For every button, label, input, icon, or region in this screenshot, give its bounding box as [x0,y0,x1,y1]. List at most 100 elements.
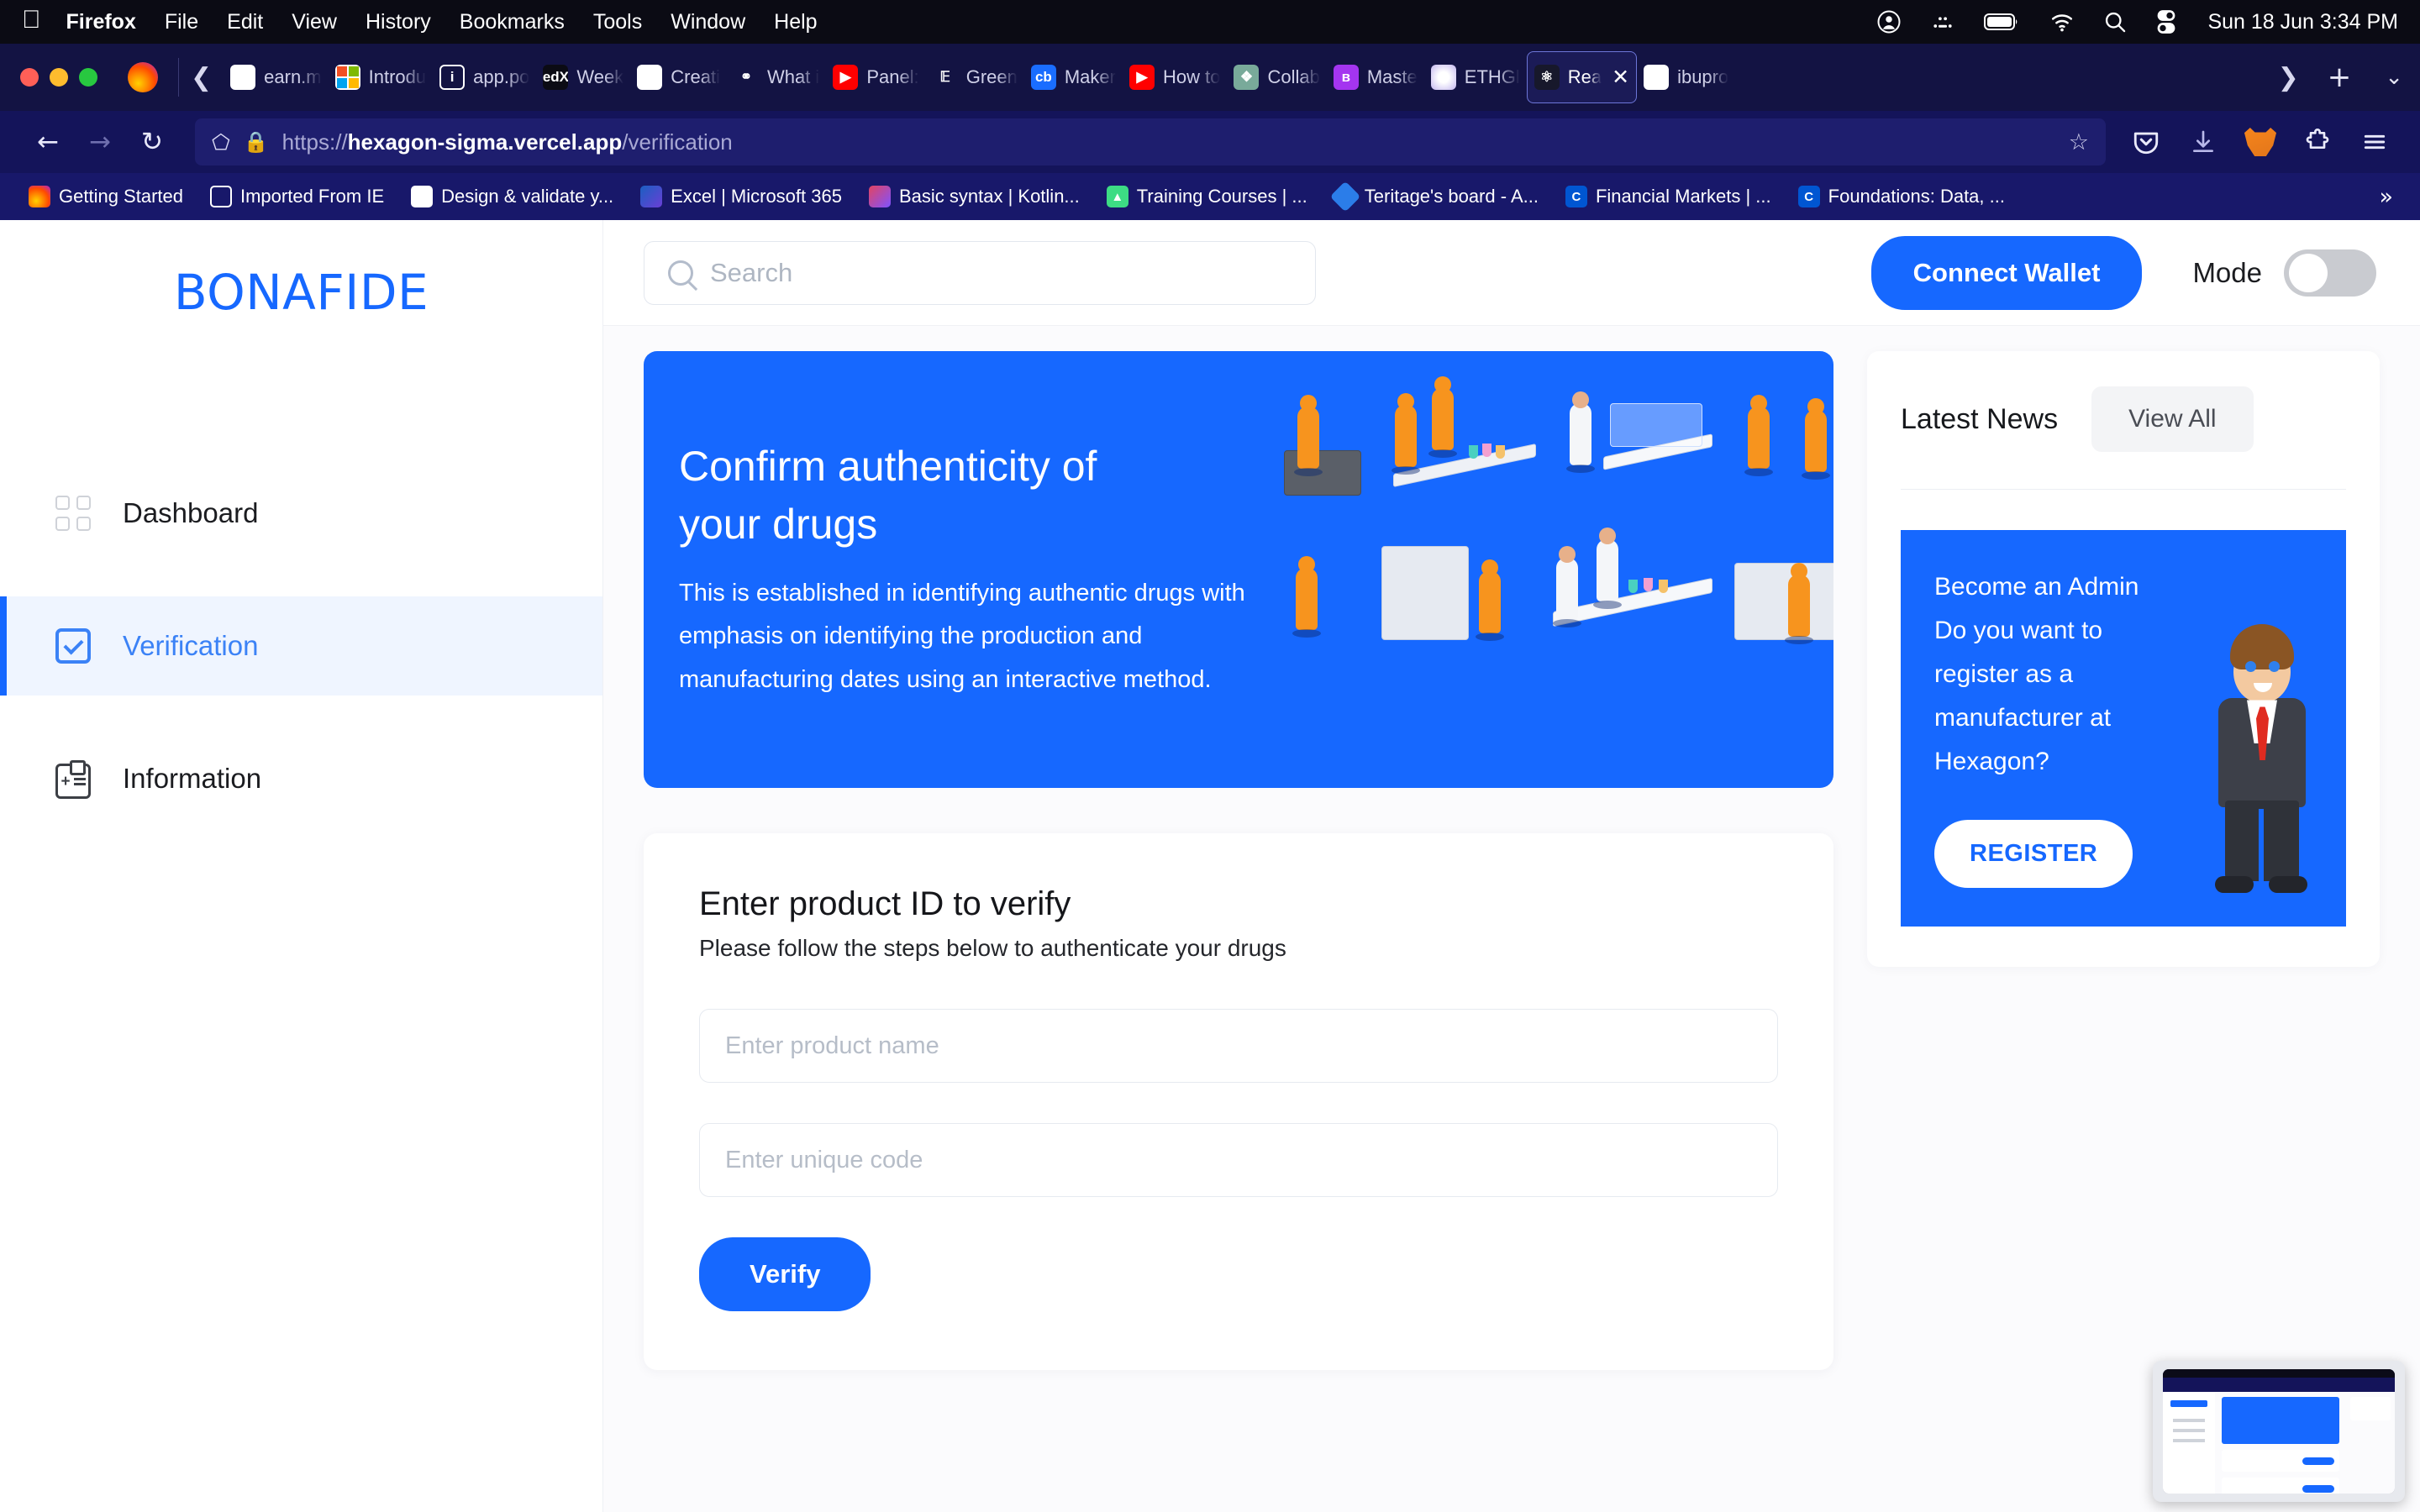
downloads-icon[interactable] [2180,118,2227,165]
register-button[interactable]: REGISTER [1934,820,2133,889]
metamask-icon[interactable] [2237,118,2284,165]
react-icon: ⚛ [1534,65,1560,90]
pip-hero [2222,1397,2339,1444]
browser-tab[interactable]: ▶ Panel: [826,51,925,103]
browser-tab[interactable]: Introdu [329,51,434,103]
tab-label: Rea [1567,66,1602,87]
minimize-window-button[interactable] [50,68,68,87]
tab-scroll-left-button[interactable]: ❮ [179,63,224,92]
battery-icon[interactable] [1984,12,2021,32]
bookmark-item[interactable]: G Design & validate y... [397,186,627,207]
padlock-icon[interactable]: 🔒 [244,130,269,154]
sidebar-item-information[interactable]: + Information [0,729,602,828]
unique-code-input[interactable] [699,1123,1778,1197]
browser-tab[interactable]: ⚭ What i [727,51,826,103]
spiral-icon: ⚭ [739,69,753,85]
browser-tab[interactable]: в Maste [1327,51,1424,103]
bookmark-item[interactable]: Basic syntax | Kotlin... [855,186,1093,207]
double-chevron-right-icon[interactable]: » [2367,184,2405,210]
pip-nav-item [2173,1439,2205,1442]
star-icon[interactable]: ☆ [2069,129,2089,155]
address-bar[interactable]: ⬠ 🔒 https://hexagon-sigma.vercel.app/ver… [195,118,2106,165]
menu-item-view[interactable]: View [292,10,337,34]
browser-tab[interactable]: ◈ ETHGl [1424,51,1527,103]
sidebar-item-dashboard[interactable]: Dashboard [0,464,602,563]
menu-item-file[interactable]: File [165,10,198,34]
browser-tab[interactable]: ▶ How to [1123,51,1227,103]
businessman-cartoon-icon [2198,624,2324,901]
sidebar-item-label: Dashboard [123,497,259,528]
mode-toggle-switch[interactable] [2284,249,2376,297]
sidebar-item-verification[interactable]: Verification [0,596,602,696]
back-button[interactable]: ← [22,116,74,168]
become-admin-card: Become an Admin Do you want to register … [1901,530,2346,927]
browser-tab-active[interactable]: ⚛ Rea ✕ [1526,51,1638,103]
bookmark-item[interactable]: ▲ Training Courses | ... [1093,186,1321,207]
search-icon[interactable] [2103,10,2127,34]
control-center-user-icon[interactable] [1876,9,1902,34]
lab-illustration [1267,351,1833,788]
mode-toggle-group[interactable]: Mode [2192,249,2376,297]
product-name-input[interactable] [699,1009,1778,1083]
close-window-button[interactable] [20,68,39,87]
bookmark-item[interactable]: Getting Started [15,186,197,207]
bookmark-label: Imported From IE [239,186,385,207]
url-scheme: https:// [281,129,348,155]
bluetooth-dots-icon[interactable] [1930,9,1955,34]
control-center-icon[interactable] [2155,9,2177,34]
verify-button[interactable]: Verify [699,1237,871,1311]
pocket-icon[interactable] [2123,118,2170,165]
tab-label: Panel: [866,66,919,87]
view-all-button[interactable]: View All [2091,386,2254,452]
reload-button[interactable]: ↻ [126,116,178,168]
browser-tab[interactable]: earn.m [224,51,328,103]
tab-label: Maste [1366,66,1418,87]
maximize-window-button[interactable] [79,68,97,87]
menubar-clock[interactable]: Sun 18 Jun 3:34 PM [2207,10,2398,34]
tab-label: How to [1162,66,1221,87]
green-g-icon: 𝔼 [939,69,950,85]
shield-icon[interactable]: ⬠ [212,130,230,155]
pip-button [2302,1484,2334,1493]
new-tab-button[interactable]: + [2311,60,2369,94]
menu-item-bookmarks[interactable]: Bookmarks [460,10,565,34]
menu-item-firefox[interactable]: Firefox [66,10,136,34]
wifi-icon[interactable] [2049,12,2075,32]
browser-tab[interactable]: cb Maker [1024,51,1123,103]
browser-tab[interactable]: Z Creati [630,51,727,103]
pip-card [2222,1450,2339,1472]
menu-item-tools[interactable]: Tools [593,10,642,34]
bookmark-item[interactable]: Excel | Microsoft 365 [627,186,855,207]
list-all-tabs-button[interactable]: ⌄ [2368,65,2420,90]
isometric-laboratory-scene-icon [1267,351,1833,788]
bookmark-item[interactable]: Teritage's board - A... [1321,181,1552,213]
browser-tab[interactable]: G ibupro [1637,51,1735,103]
browser-tab[interactable]: edX Week [536,51,630,103]
browser-tab[interactable]: 𝔼 Green [926,51,1024,103]
browser-tab[interactable]: ❖ Collab [1227,51,1326,103]
browser-tab[interactable]: i app.po [433,51,536,103]
menu-item-window[interactable]: Window [671,10,745,34]
menu-item-help[interactable]: Help [774,10,817,34]
extensions-icon[interactable] [2294,118,2341,165]
connect-wallet-button[interactable]: Connect Wallet [1870,235,2143,310]
menu-item-history[interactable]: History [366,10,431,34]
excel-icon [640,186,663,207]
apple-icon[interactable]:  [22,8,41,33]
plus-glyph: + [60,772,71,790]
menu-item-edit[interactable]: Edit [227,10,263,34]
bookmark-item[interactable]: C Foundations: Data, ... [1785,186,2018,207]
window-traffic-lights[interactable] [13,68,113,87]
bookmark-item[interactable]: Imported From IE [197,186,397,207]
search-input[interactable] [710,257,1292,288]
forward-button[interactable]: → [74,116,126,168]
openai-icon: ❖ [1234,65,1260,90]
hamburger-menu-icon[interactable] [2351,118,2398,165]
tab-label: ibupro [1677,66,1729,87]
content-right-column: Latest News View All Become an Admin Do … [1867,351,2380,1512]
tab-scroll-right-button[interactable]: ❯ [2266,63,2311,92]
picture-in-picture-preview[interactable] [2153,1361,2405,1502]
bookmark-item[interactable]: C Financial Markets | ... [1552,186,1785,207]
close-icon[interactable]: ✕ [1612,65,1629,90]
search-container[interactable] [644,240,1316,305]
